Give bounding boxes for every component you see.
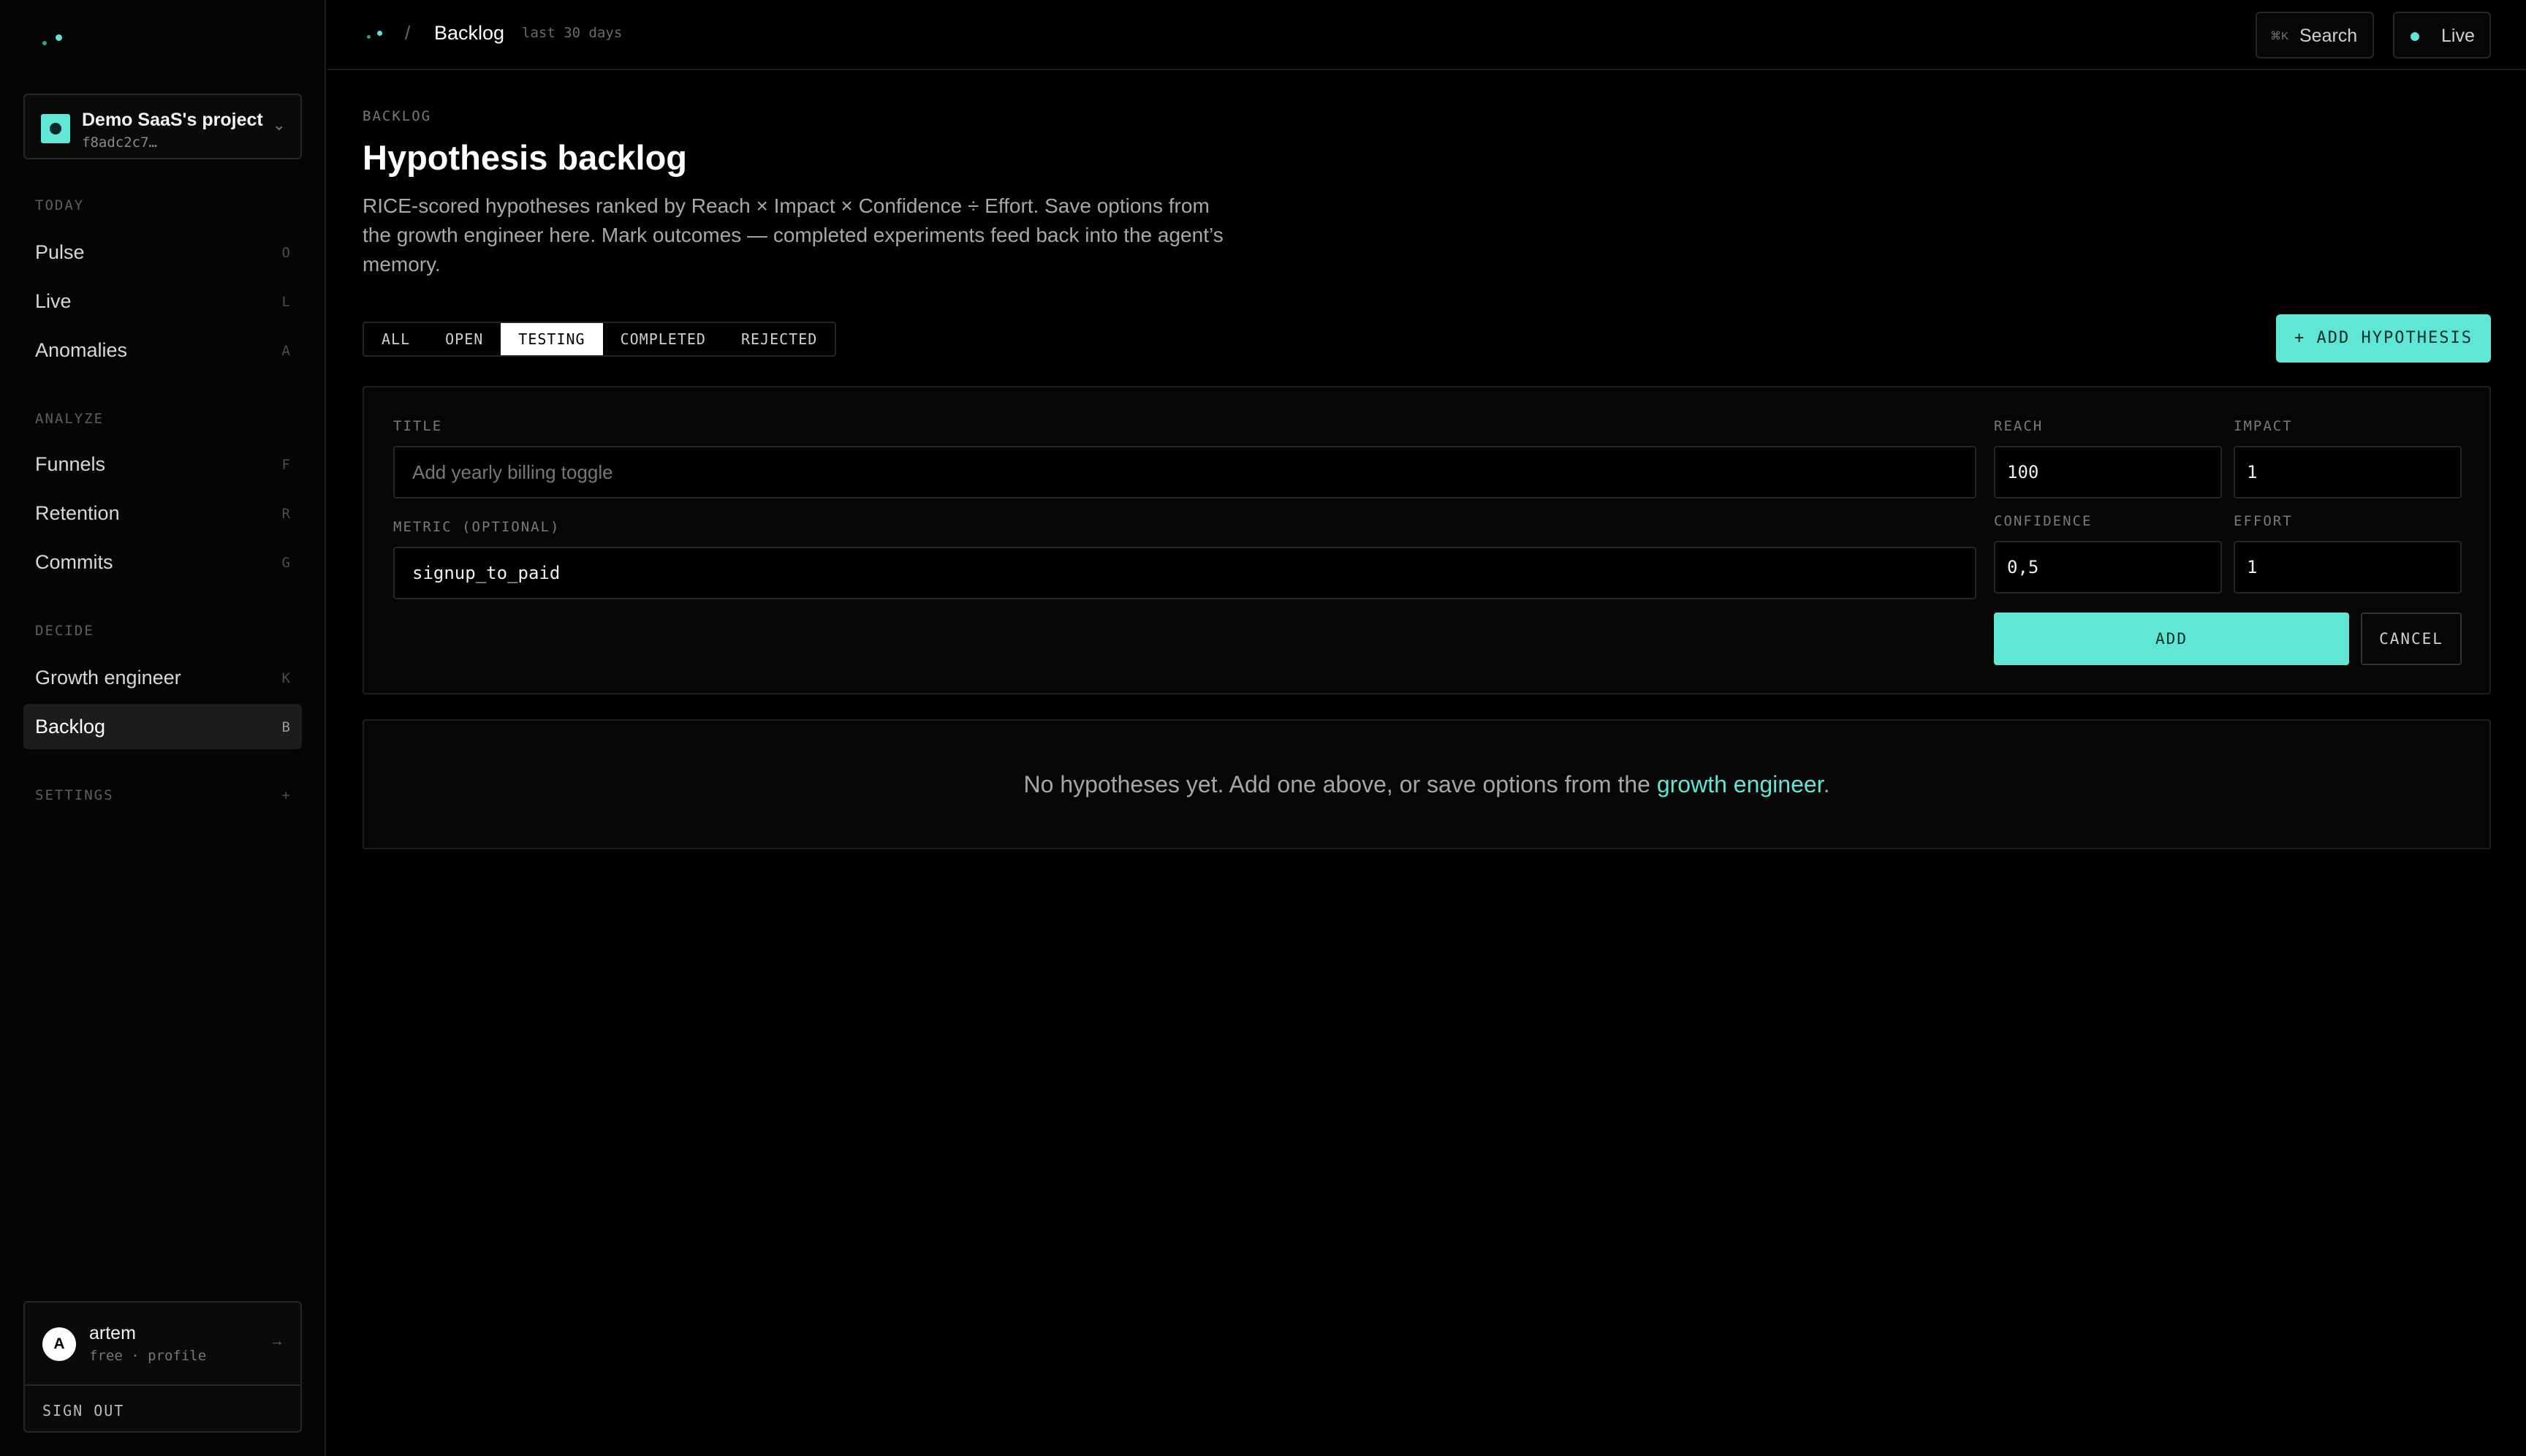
app-logo-icon[interactable] <box>41 32 66 47</box>
shortcut-key: F <box>281 457 290 473</box>
keyboard-shortcut: ⌘K <box>2270 30 2289 42</box>
project-name: Demo SaaS's project <box>82 110 263 130</box>
reach-input[interactable] <box>1994 446 2222 498</box>
sidebar-item-anomalies[interactable]: Anomalies A <box>23 327 302 373</box>
metric-input[interactable] <box>393 547 1976 599</box>
growth-engineer-link[interactable]: growth engineer <box>1657 771 1824 797</box>
status-tabs: ALL OPEN TESTING COMPLETED REJECTED <box>363 322 837 357</box>
sidebar-item-label: Commits <box>35 551 113 573</box>
metric-label: METRIC (OPTIONAL) <box>393 519 561 535</box>
project-id: f8adc2c7… <box>82 134 157 151</box>
sidebar-item-label: Retention <box>35 502 120 524</box>
settings-expand-icon: + <box>281 787 290 803</box>
user-card: A artem free · profile → SIGN OUT <box>23 1301 302 1433</box>
avatar: A <box>42 1327 76 1361</box>
sidebar-item-label: Live <box>35 290 72 312</box>
title-input[interactable] <box>393 446 1976 498</box>
section-analyze: ANALYZE <box>35 411 105 427</box>
shortcut-key: L <box>281 294 290 310</box>
effort-label: EFFORT <box>2234 513 2293 529</box>
empty-state: No hypotheses yet. Add one above, or sav… <box>363 719 2491 849</box>
divider <box>25 1384 300 1386</box>
impact-input[interactable] <box>2234 446 2462 498</box>
sidebar-item-label: Backlog <box>35 716 106 738</box>
live-dot-icon <box>2411 32 2419 41</box>
section-settings: SETTINGS <box>35 787 114 803</box>
shortcut-key: R <box>281 506 290 522</box>
tab-all[interactable]: ALL <box>364 323 428 355</box>
tab-testing[interactable]: TESTING <box>501 323 603 355</box>
sidebar-item-label: Pulse <box>35 241 85 263</box>
breadcrumb-separator: / <box>405 22 411 44</box>
cancel-button[interactable]: CANCEL <box>2361 613 2462 665</box>
page-eyebrow: BACKLOG <box>363 108 432 124</box>
shortcut-key: B <box>281 719 290 735</box>
chevron-down-icon: ⌄ <box>272 115 286 134</box>
search-label: Search <box>2299 26 2358 46</box>
sidebar-item-label: Funnels <box>35 453 106 475</box>
tab-rejected[interactable]: REJECTED <box>724 323 835 355</box>
add-button[interactable]: ADD <box>1994 613 2349 665</box>
project-switcher[interactable]: Demo SaaS's project f8adc2c7… ⌄ <box>23 94 302 159</box>
top-bar: / Backlog last 30 days ⌘K Search Live <box>327 0 2526 70</box>
date-range: last 30 days <box>522 25 623 41</box>
project-avatar-icon <box>41 114 70 143</box>
sidebar-item-settings[interactable]: SETTINGS + <box>23 772 302 817</box>
app-logo-icon[interactable] <box>367 29 387 41</box>
sidebar-item-label: Anomalies <box>35 339 128 361</box>
sidebar-item-backlog[interactable]: Backlog B <box>23 704 302 749</box>
page-title: Hypothesis backlog <box>363 138 687 177</box>
sidebar-item-growth-engineer[interactable]: Growth engineer K <box>23 655 302 700</box>
section-today: TODAY <box>35 197 85 213</box>
sidebar-item-label: Growth engineer <box>35 667 181 689</box>
confidence-input[interactable] <box>1994 541 2222 594</box>
user-plan[interactable]: free · profile <box>89 1348 206 1364</box>
empty-state-end: . <box>1823 771 1830 797</box>
shortcut-key: G <box>281 555 290 571</box>
tab-open[interactable]: OPEN <box>428 323 501 355</box>
sidebar-item-retention[interactable]: Retention R <box>23 490 302 536</box>
live-label: Live <box>2441 26 2475 46</box>
impact-label: IMPACT <box>2234 418 2293 434</box>
empty-state-text: No hypotheses yet. Add one above, or sav… <box>1023 771 1657 797</box>
search-button[interactable]: ⌘K Search <box>2256 12 2374 58</box>
sidebar: Demo SaaS's project f8adc2c7… ⌄ TODAY Pu… <box>0 0 326 1456</box>
user-name[interactable]: artem <box>89 1323 136 1344</box>
effort-input[interactable] <box>2234 541 2462 594</box>
shortcut-key: A <box>281 343 290 359</box>
sidebar-item-live[interactable]: Live L <box>23 278 302 324</box>
tab-completed[interactable]: COMPLETED <box>603 323 724 355</box>
sidebar-item-funnels[interactable]: Funnels F <box>23 441 302 487</box>
title-label: TITLE <box>393 418 443 434</box>
shortcut-key: O <box>281 245 290 261</box>
section-decide: DECIDE <box>35 623 94 639</box>
sidebar-item-pulse[interactable]: Pulse O <box>23 230 302 275</box>
live-button[interactable]: Live <box>2393 12 2491 58</box>
sign-out-button[interactable]: SIGN OUT <box>42 1402 124 1419</box>
add-hypothesis-button[interactable]: + ADD HYPOTHESIS <box>2276 314 2491 363</box>
breadcrumb-current: Backlog <box>434 22 505 44</box>
shortcut-key: K <box>281 670 290 686</box>
hypothesis-form: TITLE METRIC (OPTIONAL) REACH IMPACT CON… <box>363 386 2491 694</box>
arrow-right-icon[interactable]: → <box>270 1333 284 1350</box>
page-description: RICE-scored hypotheses ranked by Reach ×… <box>363 194 1224 276</box>
sidebar-item-commits[interactable]: Commits G <box>23 539 302 585</box>
reach-label: REACH <box>1994 418 2044 434</box>
confidence-label: CONFIDENCE <box>1994 513 2093 529</box>
